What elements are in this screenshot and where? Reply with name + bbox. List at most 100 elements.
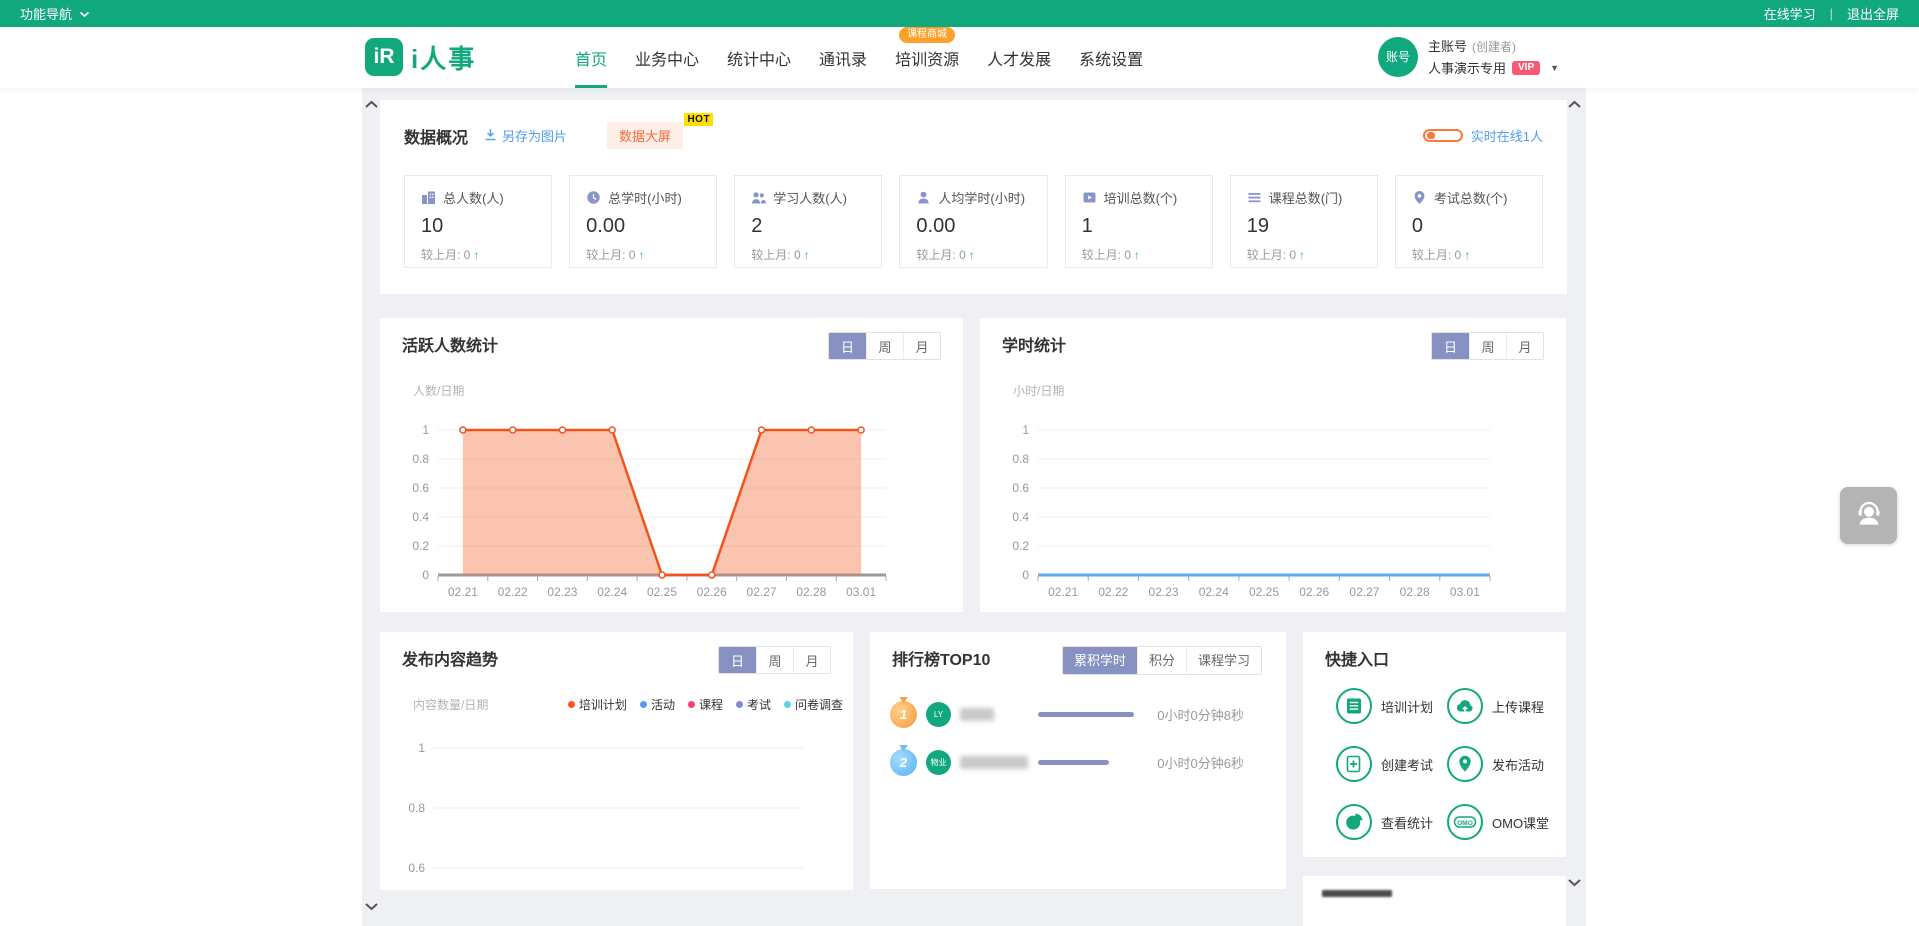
svg-text:02.22: 02.22 (1098, 585, 1128, 599)
nav-item-培训资源[interactable]: 培训资源课程商城 (895, 27, 959, 88)
view-stats-icon (1336, 804, 1372, 840)
ranking-title: 排行榜TOP10 (892, 646, 990, 670)
scroll-up-indicator-right[interactable] (1567, 100, 1582, 109)
building-icon (421, 190, 436, 205)
stat-compare: 较上月: 0↑ (1412, 246, 1526, 263)
data-screen-label: 数据大屏 (619, 129, 671, 144)
ranking-tab-积分[interactable]: 积分 (1137, 647, 1186, 674)
quick-entry-创建考试[interactable]: 创建考试 (1336, 746, 1447, 782)
nav-item-业务中心[interactable]: 业务中心 (635, 27, 699, 88)
nav-item-label: 统计中心 (727, 46, 791, 70)
nav-item-通讯录[interactable]: 通讯录 (819, 27, 867, 88)
account-menu[interactable]: 账号 主账号(创建者) 人事演示专用 VIP ▼ (1378, 36, 1559, 77)
ranking-tab-累积学时[interactable]: 累积学时 (1063, 647, 1137, 674)
quick-entry-OMO课堂[interactable]: OMOOMO课堂 (1447, 804, 1558, 840)
duration-bar-track (1038, 760, 1148, 765)
stat-card-header: 学习人数(人) (751, 188, 865, 207)
app-logo[interactable]: iR i人事 (365, 38, 476, 76)
svg-text:03.01: 03.01 (1450, 585, 1480, 599)
svg-text:02.23: 02.23 (547, 585, 577, 599)
compare-label: 较上月: 0 (916, 246, 965, 263)
quick-entry-查看统计[interactable]: 查看统计 (1336, 804, 1447, 840)
upload-course-icon (1447, 688, 1483, 724)
video-icon (1082, 190, 1097, 205)
stat-card-header: 考试总数(个) (1412, 188, 1526, 207)
svg-text:02.25: 02.25 (1249, 585, 1279, 599)
quick-entry-上传课程[interactable]: 上传课程 (1447, 688, 1558, 724)
stat-compare: 较上月: 0↑ (421, 246, 535, 263)
svg-text:1: 1 (418, 741, 425, 755)
scroll-down-indicator-left[interactable] (364, 902, 379, 911)
data-screen-link[interactable]: 数据大屏 HOT (607, 122, 683, 149)
ranking-tab-课程学习[interactable]: 课程学习 (1186, 647, 1261, 674)
nav-item-label: 首页 (575, 46, 607, 70)
customer-service-button[interactable] (1840, 487, 1897, 544)
save-as-image-link[interactable]: 另存为图片 (484, 126, 567, 145)
nav-item-统计中心[interactable]: 统计中心 (727, 27, 791, 88)
clock-icon (586, 190, 601, 205)
duration-value: 0小时0分钟6秒 (1157, 753, 1272, 772)
nav-item-label: 系统设置 (1079, 46, 1143, 70)
stat-value: 0 (1412, 215, 1526, 238)
svg-text:02.24: 02.24 (597, 585, 627, 599)
stat-label: 培训总数(个) (1104, 188, 1178, 207)
training-plan-icon (1336, 688, 1372, 724)
vip-badge: VIP (1512, 61, 1540, 75)
stat-value: 19 (1247, 215, 1361, 238)
quick-entry-label: 培训计划 (1381, 697, 1433, 716)
up-arrow-icon: ↑ (473, 248, 479, 262)
online-learning-link[interactable]: 在线学习 (1764, 4, 1816, 23)
account-role: (创建者) (1472, 40, 1516, 54)
nav-item-系统设置[interactable]: 系统设置 (1079, 27, 1143, 88)
duration-bar (1038, 760, 1109, 765)
stat-value: 10 (421, 215, 535, 238)
svg-text:02.25: 02.25 (647, 585, 677, 599)
quick-entry-发布活动[interactable]: 发布活动 (1447, 746, 1558, 782)
omo-class-icon: OMO (1447, 804, 1483, 840)
account-info: 主账号(创建者) 人事演示专用 VIP ▼ (1428, 36, 1559, 77)
function-nav-label: 功能导航 (20, 4, 72, 23)
duration-bar-track (1038, 712, 1148, 717)
nav-item-label: 业务中心 (635, 46, 699, 70)
online-meter-icon (1423, 129, 1463, 142)
stat-value: 0.00 (586, 215, 700, 238)
svg-text:0.8: 0.8 (1012, 452, 1029, 466)
compare-label: 较上月: 0 (1247, 246, 1296, 263)
svg-text:0.4: 0.4 (1012, 510, 1029, 524)
stat-compare: 较上月: 0↑ (751, 246, 865, 263)
study-hours-chart: 00.20.40.60.8102.2102.2202.2302.2402.250… (980, 318, 1566, 612)
realtime-online[interactable]: 实时在线1人 (1423, 126, 1543, 145)
scroll-down-indicator-right[interactable] (1567, 878, 1582, 887)
account-name: 主账号 (1428, 39, 1467, 54)
svg-text:02.24: 02.24 (1199, 585, 1229, 599)
user-icon (916, 190, 931, 205)
function-nav-menu[interactable]: 功能导航 (20, 4, 90, 23)
dashboard-content: 数据概况 另存为图片 数据大屏 HOT 实时在线1人 总人数(人)10较上月: … (362, 88, 1586, 926)
svg-text:0.2: 0.2 (1012, 539, 1029, 553)
stat-label: 人均学时(小时) (938, 188, 1025, 207)
chevron-down-icon (79, 6, 90, 21)
publish-activity-icon (1447, 746, 1483, 782)
topbar-links: 在线学习 | 退出全屏 (1764, 4, 1899, 23)
svg-text:02.21: 02.21 (1048, 585, 1078, 599)
svg-text:03.01: 03.01 (846, 585, 876, 599)
nav-item-人才发展[interactable]: 人才发展 (987, 27, 1051, 88)
svg-text:02.27: 02.27 (747, 585, 777, 599)
save-as-image-label: 另存为图片 (502, 126, 567, 145)
member-name-blurred (960, 756, 1029, 769)
nav-item-首页[interactable]: 首页 (575, 27, 607, 88)
svg-text:0.4: 0.4 (412, 510, 429, 524)
stat-card: 人均学时(小时)0.00较上月: 0↑ (899, 175, 1047, 268)
member-avatar: 物业 (926, 750, 951, 775)
svg-text:0.6: 0.6 (408, 861, 425, 875)
stat-value: 0.00 (916, 215, 1030, 238)
course-mall-badge[interactable]: 课程商城 (899, 27, 955, 43)
blurred-text (960, 756, 1028, 769)
quick-entry-培训计划[interactable]: 培训计划 (1336, 688, 1447, 724)
topbar-divider: | (1830, 6, 1833, 21)
pin-icon (1412, 190, 1427, 205)
headset-person-icon (1854, 499, 1884, 532)
scroll-up-indicator-left[interactable] (364, 100, 379, 109)
active-users-chart-panel: 活跃人数统计 日周月 人数/日期 00.20.40.60.8102.2102.2… (380, 318, 963, 612)
exit-fullscreen-link[interactable]: 退出全屏 (1847, 4, 1899, 23)
